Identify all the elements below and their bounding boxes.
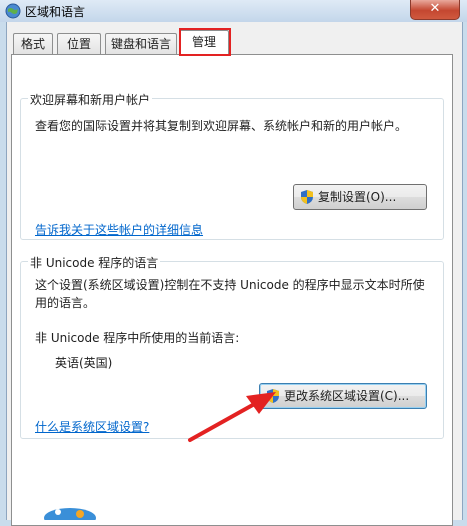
globe-icon [5, 3, 21, 19]
window-title: 区域和语言 [25, 5, 86, 19]
tab-panel-administrative: 欢迎屏幕和新用户帐户 查看您的国际设置并将其复制到欢迎屏幕、系统帐户和新的用户帐… [11, 54, 453, 526]
non-unicode-group: 非 Unicode 程序的语言 这个设置(系统区域设置)控制在不支持 Unico… [20, 254, 444, 439]
tab-administrative[interactable]: 管理 [179, 30, 229, 56]
non-unicode-description-line1: 这个设置(系统区域设置)控制在不支持 Unicode 的程序中显示文本时所使 [35, 278, 425, 292]
tab-location[interactable]: 位置 [57, 33, 101, 54]
current-language-label: 非 Unicode 程序中所使用的当前语言: [35, 331, 240, 345]
copy-settings-label: 复制设置(O)... [318, 190, 397, 204]
mascot-image [44, 508, 96, 520]
uac-shield-icon [267, 389, 279, 403]
tab-formats[interactable]: 格式 [13, 33, 53, 54]
close-button[interactable]: ✕ [410, 0, 460, 20]
welcome-accounts-link[interactable]: 告诉我关于这些帐户的详细信息 [35, 221, 203, 238]
welcome-screen-group: 欢迎屏幕和新用户帐户 查看您的国际设置并将其复制到欢迎屏幕、系统帐户和新的用户帐… [20, 91, 444, 240]
change-system-locale-button[interactable]: 更改系统区域设置(C)... [259, 383, 427, 409]
close-icon: ✕ [429, 1, 441, 16]
change-system-locale-label: 更改系统区域设置(C)... [284, 389, 410, 403]
non-unicode-group-title: 非 Unicode 程序的语言 [28, 254, 161, 271]
current-language-value: 英语(英国) [55, 356, 113, 370]
window-titlebar: 区域和语言 ✕ [0, 0, 467, 22]
welcome-group-title: 欢迎屏幕和新用户帐户 [28, 91, 153, 108]
welcome-description: 查看您的国际设置并将其复制到欢迎屏幕、系统帐户和新的用户帐户。 [35, 119, 408, 133]
dialog-body: 格式 位置 键盘和语言 管理 欢迎屏幕和新用户帐户 查看您的国际设置并将其复制到… [6, 22, 463, 526]
tab-keyboards-languages[interactable]: 键盘和语言 [105, 33, 177, 54]
system-locale-help-link[interactable]: 什么是系统区域设置? [35, 418, 149, 435]
uac-shield-icon [301, 190, 313, 204]
copy-settings-button[interactable]: 复制设置(O)... [293, 184, 427, 210]
non-unicode-description-line2: 用的语言。 [35, 296, 96, 310]
